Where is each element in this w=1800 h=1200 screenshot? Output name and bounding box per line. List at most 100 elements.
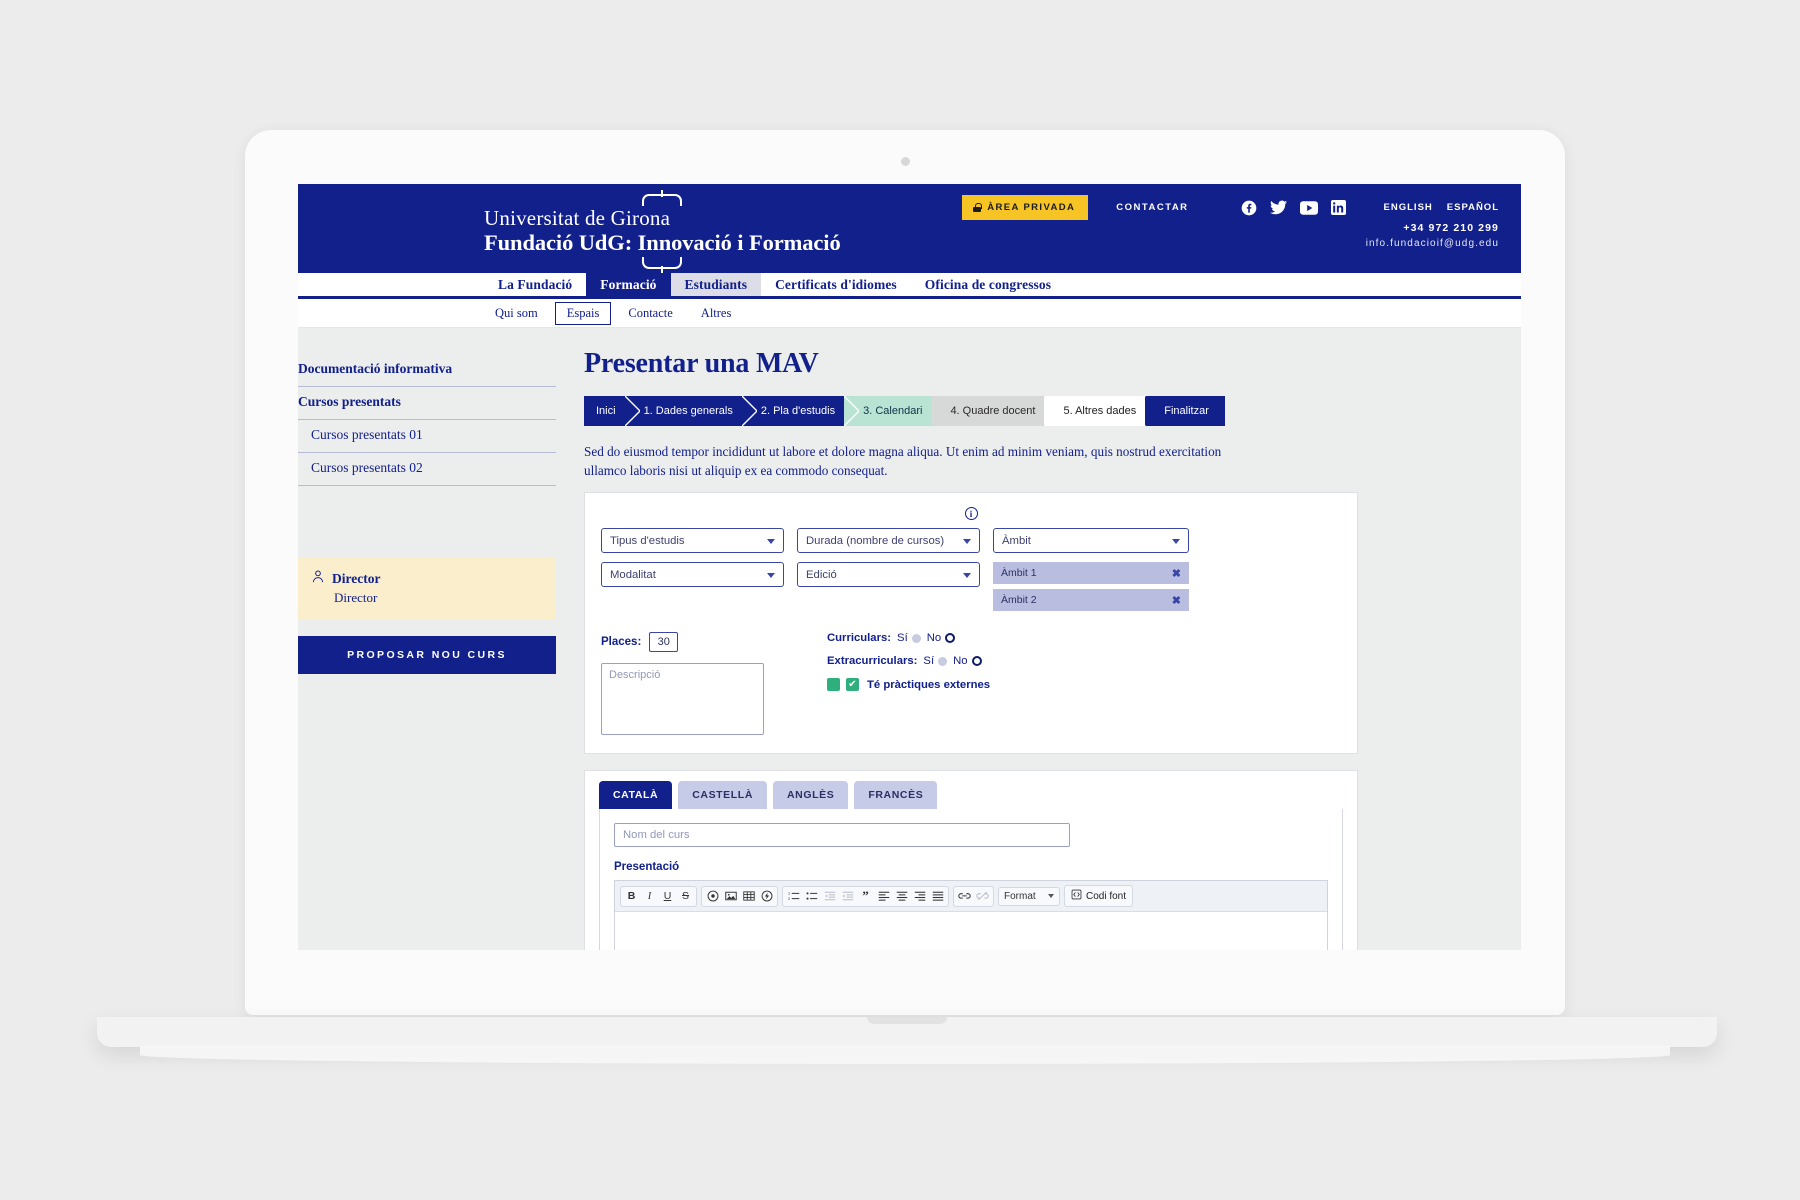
- linkedin-icon[interactable]: [1330, 200, 1346, 215]
- wizard-step-dades-generals[interactable]: 1. Dades generals: [625, 396, 757, 426]
- director-name: Director: [332, 571, 381, 586]
- curriculars-no-option[interactable]: No: [926, 632, 956, 644]
- outdent-icon[interactable]: [821, 888, 838, 905]
- select-edicio[interactable]: Edició: [797, 562, 980, 587]
- tab-catala[interactable]: CATALÀ: [599, 781, 673, 809]
- ambit-chip[interactable]: Àmbit 2 ✖: [993, 589, 1189, 611]
- brand-foundation: Fundació UdG: Innovació i Formació: [484, 230, 841, 255]
- extracurriculars-no-option[interactable]: No: [953, 655, 982, 667]
- chip-remove-icon[interactable]: ✖: [1172, 594, 1181, 607]
- course-name-input[interactable]: Nom del curs: [614, 823, 1070, 847]
- radio-button[interactable]: [911, 633, 921, 643]
- align-center-icon[interactable]: [893, 888, 910, 905]
- wizard-arrow-icon: [931, 396, 947, 426]
- align-right-icon[interactable]: [911, 888, 928, 905]
- wizard-step-altres-dades[interactable]: 5. Altres dades: [1045, 396, 1161, 426]
- sidebar-item-documentacio-informativa[interactable]: Documentació informativa: [298, 354, 556, 387]
- area-privada-button[interactable]: ÀREA PRIVADA: [962, 195, 1089, 220]
- blockquote-icon[interactable]: ”: [857, 888, 874, 905]
- descripcio-textarea[interactable]: Descripció: [601, 663, 764, 735]
- select-tipus-estudis[interactable]: Tipus d'estudis: [601, 528, 784, 553]
- curriculars-row: Curriculars: Sí No: [827, 632, 990, 644]
- nav-item-la-fundacio[interactable]: La Fundació: [484, 273, 586, 296]
- director-header: Director: [312, 570, 542, 588]
- radio-button-selected[interactable]: [971, 656, 982, 666]
- unlink-icon[interactable]: [974, 888, 991, 905]
- select-value: Durada (nombre de cursos): [806, 534, 945, 547]
- select-durada[interactable]: Durada (nombre de cursos): [797, 528, 980, 553]
- radio-option-label: No: [953, 655, 968, 667]
- ambit-chip-list: Àmbit 1 ✖ Àmbit 2 ✖: [993, 562, 1189, 616]
- format-dropdown[interactable]: Format: [998, 886, 1060, 906]
- unordered-list-icon[interactable]: [803, 888, 820, 905]
- wizard-step-quadre-docent[interactable]: 4. Quadre docent: [932, 396, 1060, 426]
- indent-icon[interactable]: [839, 888, 856, 905]
- wizard-step-pla-estudis[interactable]: 2. Pla d'estudis: [742, 396, 860, 426]
- places-and-description: Places: 30 Descripció: [601, 632, 797, 735]
- social-links: [1241, 200, 1346, 216]
- checkbox-checked-icon[interactable]: ✔: [846, 678, 859, 691]
- subnav-item-contacte[interactable]: Contacte: [617, 303, 683, 324]
- selects-column-2: Durada (nombre de cursos) Edició: [797, 528, 980, 616]
- extracurriculars-si-option[interactable]: Sí: [923, 655, 948, 667]
- wizard-step-label: 1. Dades generals: [643, 405, 733, 417]
- ordered-list-icon[interactable]: 12: [785, 888, 802, 905]
- image-icon[interactable]: [722, 888, 739, 905]
- contactar-link[interactable]: CONTACTAR: [1116, 202, 1188, 213]
- lang-espanol-link[interactable]: ESPAÑOL: [1447, 202, 1499, 213]
- area-privada-label: ÀREA PRIVADA: [987, 202, 1076, 213]
- youtube-icon[interactable]: [1299, 200, 1318, 215]
- link-icon[interactable]: [956, 888, 973, 905]
- select-modalitat[interactable]: Modalitat: [601, 562, 784, 587]
- underline-icon[interactable]: U: [659, 888, 676, 905]
- places-label: Places:: [601, 636, 642, 648]
- tab-frances[interactable]: FRANCÈS: [854, 781, 938, 809]
- chip-remove-icon[interactable]: ✖: [1172, 567, 1181, 580]
- chevron-down-icon: [767, 538, 775, 544]
- proposar-nou-curs-button[interactable]: PROPOSAR NOU CURS: [298, 636, 556, 674]
- wizard-arrow-icon: [1145, 396, 1161, 426]
- select-value: Tipus d'estudis: [610, 534, 685, 547]
- wizard-step-inici[interactable]: Inici: [584, 396, 640, 426]
- curriculars-si-option[interactable]: Sí: [897, 632, 921, 644]
- strikethrough-icon[interactable]: S: [677, 888, 694, 905]
- source-code-icon: [1071, 889, 1082, 903]
- toggle-track-icon[interactable]: [827, 678, 840, 691]
- subnav-item-altres[interactable]: Altres: [690, 303, 743, 324]
- sidebar-item-cursos-presentats-01[interactable]: Cursos presentats 01: [298, 420, 556, 453]
- flash-icon[interactable]: [758, 888, 775, 905]
- source-code-button[interactable]: Codi font: [1064, 885, 1134, 907]
- step-wizard: Inici 1. Dades generals 2. Pla d'estudis…: [584, 396, 1358, 426]
- sidebar-item-cursos-presentats[interactable]: Cursos presentats: [298, 387, 556, 420]
- nav-item-formacio[interactable]: Formació: [586, 273, 671, 296]
- align-justify-icon[interactable]: [929, 888, 946, 905]
- info-icon[interactable]: i: [964, 507, 978, 520]
- tab-angles[interactable]: ANGLÈS: [773, 781, 849, 809]
- radio-button[interactable]: [938, 656, 948, 666]
- selects-column-3: Àmbit Àmbit 1 ✖ Àmbit 2 ✖: [993, 528, 1189, 616]
- wizard-step-label: 4. Quadre docent: [950, 405, 1036, 417]
- align-left-icon[interactable]: [875, 888, 892, 905]
- radio-button-selected[interactable]: [945, 633, 956, 643]
- nav-item-certificats-idiomes[interactable]: Certificats d'idiomes: [761, 273, 911, 296]
- lang-english-link[interactable]: ENGLISH: [1384, 202, 1433, 213]
- header-phone[interactable]: +34 972 210 299: [1366, 221, 1499, 236]
- subnav-item-espais[interactable]: Espais: [554, 301, 612, 325]
- editor-content-area[interactable]: [615, 912, 1327, 950]
- header-email[interactable]: info.fundacioif@udg.edu: [1366, 236, 1499, 251]
- sidebar-item-cursos-presentats-02[interactable]: Cursos presentats 02: [298, 453, 556, 486]
- media-icon[interactable]: [704, 888, 721, 905]
- twitter-icon[interactable]: [1269, 200, 1287, 215]
- places-input[interactable]: 30: [649, 632, 679, 652]
- tab-castella[interactable]: CASTELLÀ: [678, 781, 767, 809]
- ambit-chip[interactable]: Àmbit 1 ✖: [993, 562, 1189, 584]
- subnav-item-qui-som[interactable]: Qui som: [484, 303, 549, 324]
- italic-icon[interactable]: I: [641, 888, 658, 905]
- nav-item-oficina-congressos[interactable]: Oficina de congressos: [911, 273, 1065, 296]
- radio-option-label: No: [926, 632, 942, 644]
- facebook-icon[interactable]: [1241, 200, 1257, 216]
- select-ambit[interactable]: Àmbit: [993, 528, 1189, 553]
- bold-icon[interactable]: B: [623, 888, 640, 905]
- table-icon[interactable]: [740, 888, 757, 905]
- nav-item-estudiants[interactable]: Estudiants: [670, 273, 762, 296]
